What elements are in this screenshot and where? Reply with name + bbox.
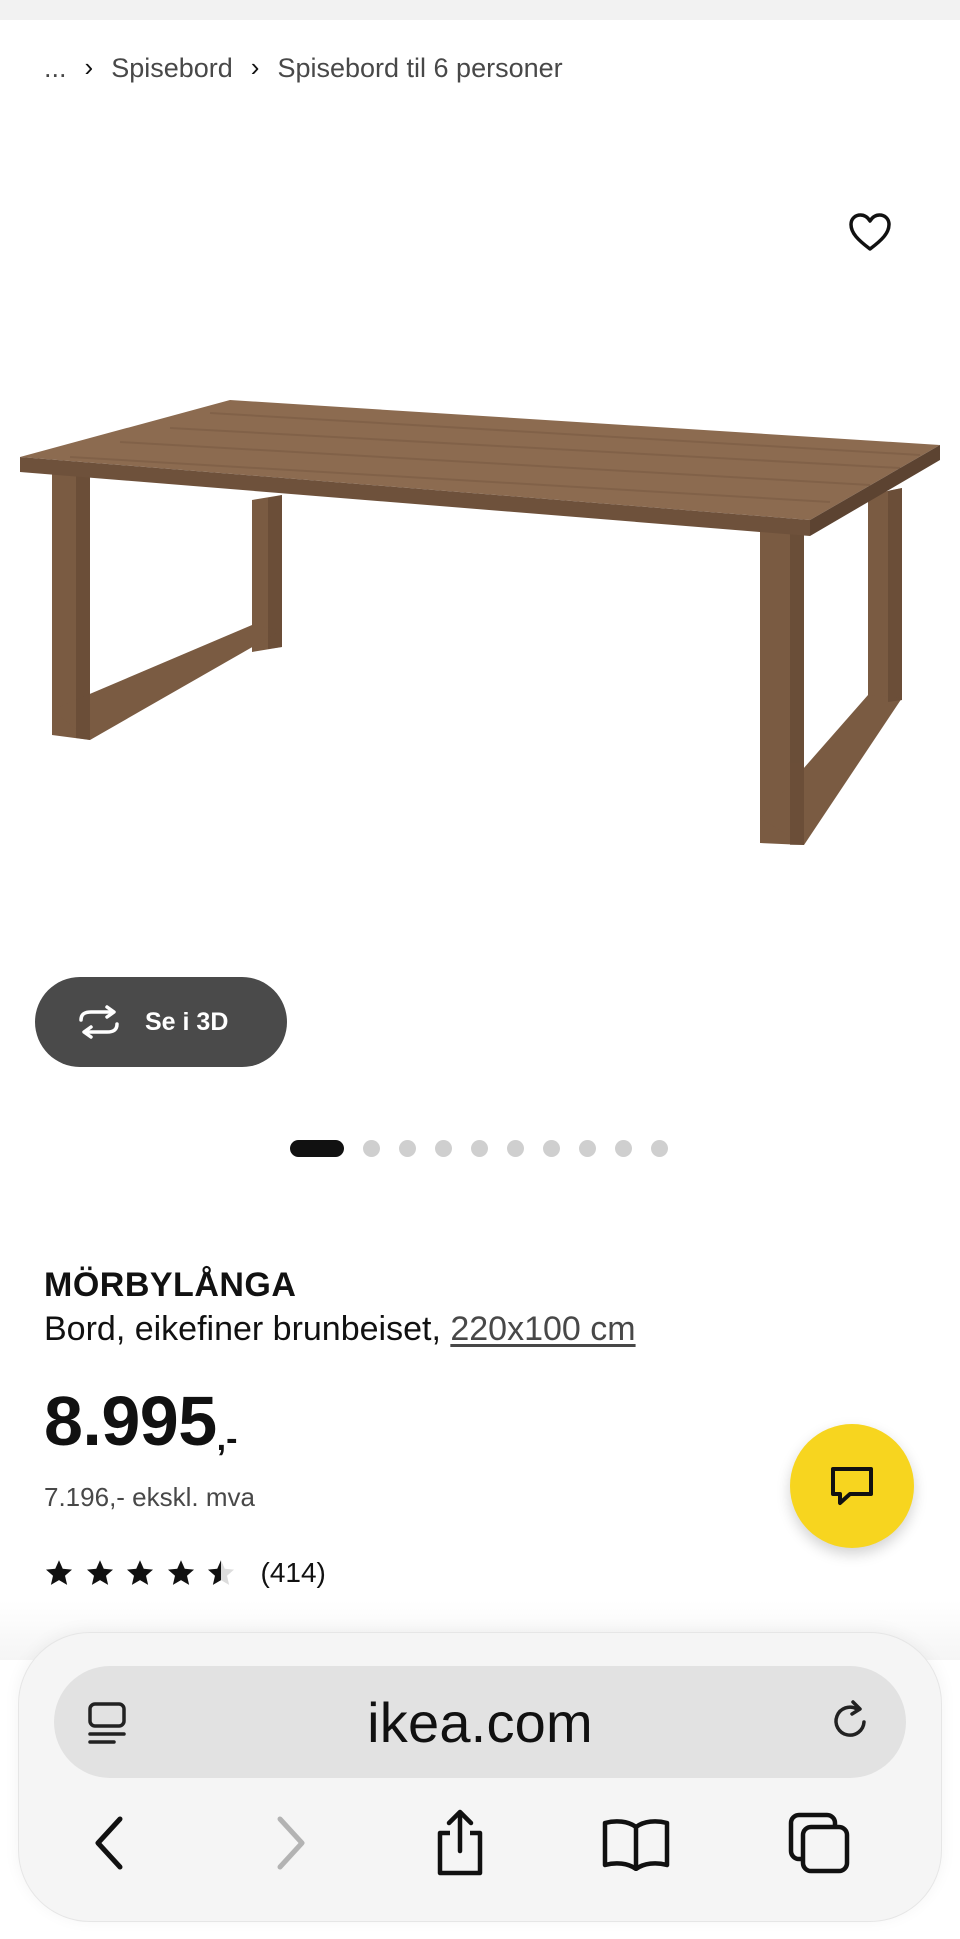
bookmarks-button[interactable] [600,1810,672,1876]
back-icon [95,1816,123,1870]
breadcrumb: ... › Spisebord › Spisebord til 6 person… [44,50,563,86]
tabs-button[interactable] [784,1810,856,1876]
url-text: ikea.com [367,1690,593,1754]
tabs-icon [788,1812,850,1874]
product-rating[interactable]: (414) [44,1556,326,1590]
address-bar[interactable]: ikea.com [54,1666,906,1778]
gallery-dot[interactable] [615,1139,632,1157]
star-icon [167,1560,194,1585]
view-3d-button[interactable]: Se i 3D [35,977,287,1067]
review-count: (414) [260,1557,326,1588]
star-half-icon [208,1560,234,1585]
gallery-dot[interactable] [651,1139,668,1157]
forward-button[interactable] [254,1810,326,1876]
gallery-dot[interactable] [471,1139,488,1157]
product-description-text: Bord, eikefiner brunbeiset, [44,1310,451,1348]
product-image[interactable] [0,110,960,970]
rotate-3d-icon [75,1004,123,1040]
star-icon [86,1560,113,1585]
share-button[interactable] [424,1809,496,1876]
gallery-dot[interactable] [363,1139,380,1157]
breadcrumb-ellipsis[interactable]: ... [44,53,67,84]
gallery-dot[interactable] [507,1139,524,1157]
back-button[interactable] [74,1810,146,1876]
chevron-right-icon: › [84,51,94,82]
reload-icon[interactable] [826,1694,876,1748]
chat-button[interactable] [790,1424,914,1548]
star-icon [127,1560,153,1585]
gallery-dot[interactable] [435,1139,452,1157]
product-size-link[interactable]: 220x100 cm [450,1310,635,1348]
gallery-dot[interactable] [399,1139,416,1157]
reader-icon[interactable] [82,1696,132,1750]
breadcrumb-item-spisebord[interactable]: Spisebord [111,53,233,84]
chat-icon [831,1467,873,1505]
breadcrumb-item-spisebord-6[interactable]: Spisebord til 6 personer [277,53,562,84]
gallery-pagination[interactable] [290,1138,687,1158]
status-strip [0,0,960,20]
star-icon [46,1560,72,1585]
forward-icon [277,1816,305,1870]
gallery-dot[interactable] [543,1139,560,1157]
price-suffix: ,- [216,1420,238,1458]
favorite-button[interactable] [846,208,894,256]
price-excl-vat: 7.196,- ekskl. mva [44,1482,255,1512]
chevron-right-icon: › [250,51,260,82]
gallery-dot-active[interactable] [290,1139,344,1157]
price-main: 8.995 [44,1382,217,1460]
heart-icon [849,213,891,251]
share-icon [437,1809,483,1876]
product-price: 8.995 ,- [44,1386,237,1459]
bookmarks-icon [602,1819,670,1871]
gallery-dot[interactable] [579,1139,596,1157]
product-description: Bord, eikefiner brunbeiset, 220x100 cm [44,1310,636,1349]
view-3d-label: Se i 3D [145,1007,229,1036]
product-name: MÖRBYLÅNGA [44,1266,297,1304]
